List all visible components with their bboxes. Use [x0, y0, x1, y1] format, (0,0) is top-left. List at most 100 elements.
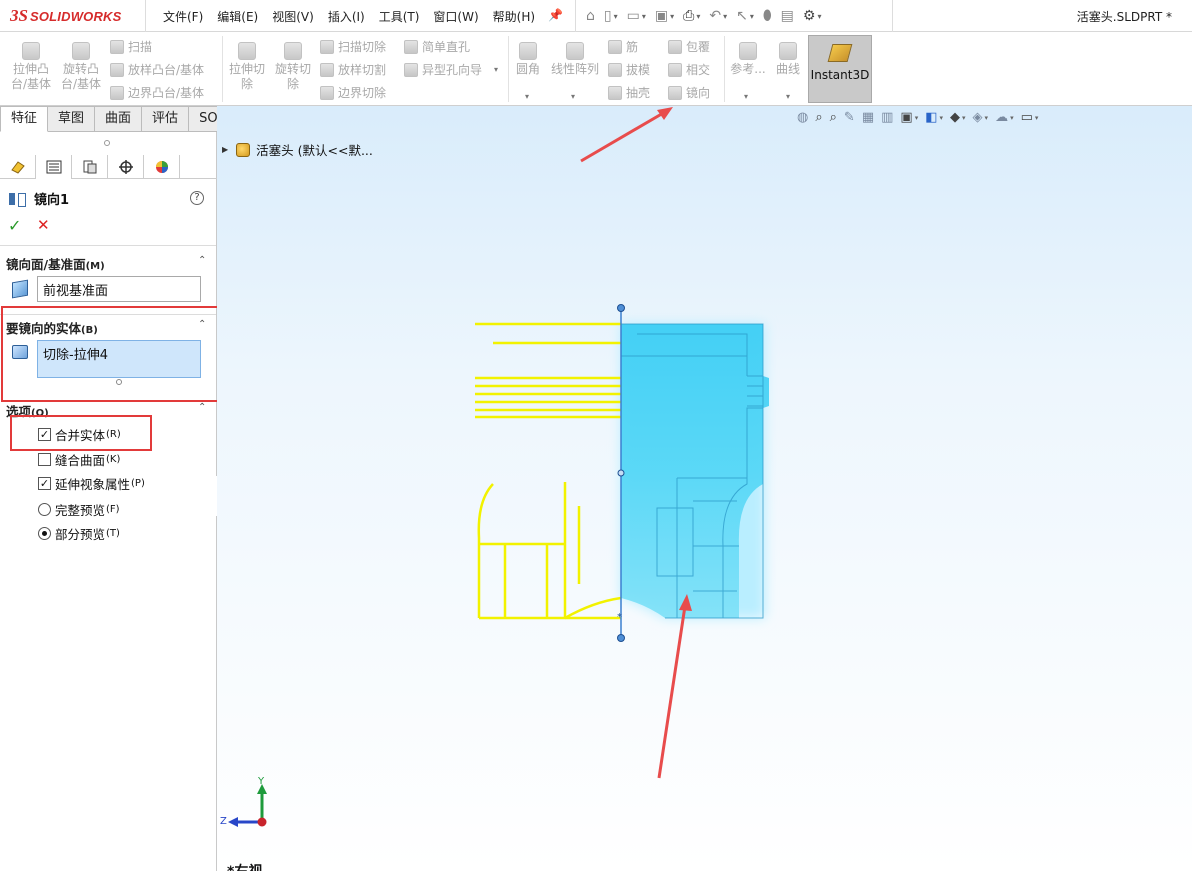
- mirror-face-field[interactable]: 前视基准面: [37, 276, 201, 302]
- home-icon[interactable]: ⌂: [586, 8, 595, 24]
- shell-button[interactable]: 抽壳: [608, 84, 650, 101]
- panel-grip[interactable]: [104, 140, 110, 146]
- draft-button[interactable]: 拔模: [608, 61, 650, 78]
- pin-icon[interactable]: 📌: [548, 8, 563, 22]
- knit-surfaces-option[interactable]: 缝合曲面 (K): [38, 450, 120, 469]
- hole-wizard-caret[interactable]: ▾: [494, 65, 498, 74]
- loft-boss-label: 放样凸台/基体: [128, 63, 205, 77]
- linear-pattern-button[interactable]: 线性阵列: [549, 42, 601, 77]
- appearance-ball-icon: [155, 161, 168, 173]
- save-icon[interactable]: ▣ ▾: [655, 8, 674, 24]
- mirror-feature-icon: [8, 192, 26, 207]
- menu-window[interactable]: 窗口(W): [433, 8, 478, 25]
- fillet-button[interactable]: 圆角: [512, 42, 544, 77]
- fillet-caret[interactable]: ▾: [525, 92, 529, 101]
- rib-label: 筋: [626, 40, 639, 54]
- collapse-chevron-icon[interactable]: ⌃: [198, 255, 206, 266]
- curves-caret[interactable]: ▾: [786, 92, 790, 101]
- propagate-visual-checkbox[interactable]: ✓: [38, 477, 51, 490]
- full-preview-label: 完整预览: [55, 503, 106, 518]
- graphics-area[interactable]: ▶ 活塞头 (默认<<默... ◍ ⌕ ⌕ ✎ ▦ ▥ ▣ ▾ ◧ ▾ ◆ ▾ ◈ ▾ …: [217, 106, 1192, 871]
- menu-help[interactable]: 帮助(H): [493, 8, 535, 25]
- solidworks-logo[interactable]: 3S SOLIDWORKS: [10, 6, 122, 26]
- svg-text:*: *: [617, 612, 622, 623]
- full-preview-option[interactable]: 完整预览 (F): [38, 500, 120, 519]
- partial-preview-option[interactable]: 部分预览 (T): [38, 524, 120, 543]
- tab-evaluate[interactable]: 评估: [142, 106, 190, 132]
- full-preview-radio[interactable]: [38, 503, 51, 516]
- command-manager: 拉伸凸 台/基体 旋转凸 台/基体 扫描 放样凸台/基体 边界凸台/基体 拉伸切…: [0, 32, 1192, 106]
- menu-insert[interactable]: 插入(I): [328, 8, 365, 25]
- revolve-boss-button[interactable]: 旋转凸 台/基体: [59, 42, 103, 92]
- intersect-button[interactable]: 相交: [668, 61, 710, 78]
- property-manager-tab[interactable]: [36, 155, 72, 179]
- model-preview[interactable]: *: [217, 106, 1192, 871]
- intersect-label: 相交: [686, 63, 711, 77]
- simple-hole-button[interactable]: 简单直孔: [404, 38, 470, 55]
- knit-surfaces-checkbox[interactable]: [38, 453, 51, 466]
- mirror-icon: [668, 85, 682, 100]
- rebuild-icon[interactable]: ⬮: [763, 8, 772, 24]
- ok-check-icon[interactable]: ✓: [8, 216, 21, 235]
- tab-sketch[interactable]: 草图: [48, 106, 96, 132]
- loft-cut-button[interactable]: 放样切割: [320, 61, 386, 78]
- extrude-cut-button[interactable]: 拉伸切 除: [226, 42, 268, 92]
- partial-preview-label: 部分预览: [55, 527, 106, 542]
- wrap-button[interactable]: 包覆: [668, 38, 710, 55]
- gear-icon[interactable]: ⚙ ▾: [803, 8, 822, 24]
- partial-preview-radio[interactable]: [38, 527, 51, 540]
- curves-icon: [779, 42, 797, 60]
- tab-surfaces[interactable]: 曲面: [95, 106, 143, 132]
- revolve-cut-label-1: 旋转切: [274, 62, 311, 76]
- view-name-label: *右视: [227, 861, 262, 871]
- instant3d-label: Instant3D: [810, 68, 870, 82]
- open-folder-icon[interactable]: ▭ ▾: [627, 8, 646, 24]
- hole-wizard-button[interactable]: 异型孔向导: [404, 61, 482, 78]
- reference-caret[interactable]: ▾: [744, 92, 748, 101]
- print-icon[interactable]: ⎙ ▾: [683, 8, 700, 24]
- feature-tree-tab[interactable]: [0, 155, 36, 179]
- boundary-cut-button[interactable]: 边界切除: [320, 84, 386, 101]
- menu-tools[interactable]: 工具(T): [379, 8, 420, 25]
- boundary-icon: [110, 85, 124, 100]
- dimxpert-tab[interactable]: [108, 155, 144, 179]
- knit-surfaces-shortcut: (K): [106, 454, 121, 465]
- propagate-visual-option[interactable]: ✓ 延伸视象属性 (P): [38, 474, 145, 493]
- extrude-boss-button[interactable]: 拉伸凸 台/基体: [10, 42, 52, 92]
- annotation-arrow-to-mirror: [580, 107, 673, 163]
- help-icon[interactable]: ?: [190, 191, 204, 205]
- rib-button[interactable]: 筋: [608, 38, 638, 55]
- loft-boss-button[interactable]: 放样凸台/基体: [110, 61, 204, 78]
- pattern-caret[interactable]: ▾: [571, 92, 575, 101]
- instant3d-button[interactable]: Instant3D: [808, 35, 872, 103]
- configuration-icon: [83, 160, 96, 174]
- menu-view[interactable]: 视图(V): [272, 8, 314, 25]
- tab-features[interactable]: 特征: [0, 106, 49, 132]
- menu-edit[interactable]: 编辑(E): [217, 8, 258, 25]
- new-document-icon[interactable]: ▯ ▾: [604, 8, 618, 24]
- revolve-cut-button[interactable]: 旋转切 除: [272, 42, 314, 92]
- select-cursor-icon[interactable]: ↖ ▾: [736, 8, 754, 24]
- sweep-button[interactable]: 扫描: [110, 38, 152, 55]
- triad-z-label: Z: [220, 816, 227, 827]
- divider: [145, 0, 146, 32]
- fillet-icon: [519, 42, 537, 60]
- configuration-tab[interactable]: [72, 155, 108, 179]
- extrude-cut-label-2: 除: [240, 77, 253, 91]
- curves-label: 曲线: [775, 62, 800, 76]
- cancel-x-icon[interactable]: ✕: [37, 216, 50, 234]
- file-properties-icon[interactable]: ▤: [781, 8, 794, 24]
- loft-cut-label: 放样切割: [338, 63, 387, 77]
- menu-file[interactable]: 文件(F): [163, 8, 203, 25]
- display-manager-tab[interactable]: [144, 155, 180, 179]
- collapse-chevron-icon[interactable]: ⌃: [198, 402, 206, 413]
- sweep-cut-button[interactable]: 扫描切除: [320, 38, 386, 55]
- boundary-boss-button[interactable]: 边界凸台/基体: [110, 84, 204, 101]
- mirror-face-heading[interactable]: 镜向面/基准面(M): [6, 254, 105, 273]
- hole-wizard-label: 异型孔向导: [422, 63, 483, 77]
- reference-geometry-button[interactable]: 参考...: [728, 42, 768, 77]
- undo-icon[interactable]: ↶ ▾: [709, 8, 727, 24]
- curves-button[interactable]: 曲线: [772, 42, 804, 77]
- shell-icon: [608, 85, 622, 100]
- mirror-button[interactable]: 镜向: [668, 84, 710, 101]
